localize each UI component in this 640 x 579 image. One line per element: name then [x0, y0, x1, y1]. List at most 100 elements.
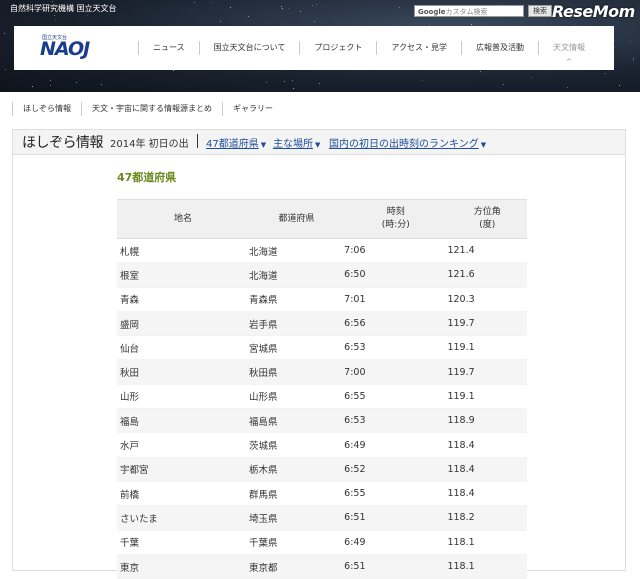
cell-azimuth: 121.4: [447, 238, 527, 264]
table-row: 札幌 北海道 7:06 121.4: [117, 238, 527, 264]
sub-navigation: ほしぞら情報 天文・宇宙に関する情報源まとめ ギャラリー: [12, 100, 283, 118]
cell-prefecture: 秋田県: [248, 359, 345, 385]
cell-time: 6:55: [344, 481, 448, 507]
star-dot: [293, 88, 294, 89]
cell-place: 山形: [117, 384, 249, 410]
section-title: 47都道府県: [117, 171, 177, 184]
table-row: 盛岡 岩手県 6:56 119.7: [117, 311, 527, 337]
watermark-logo: ReseMom: [552, 2, 635, 21]
dropdown-prefectures[interactable]: 47都道府県 ▼: [206, 135, 266, 150]
search-placeholder: カスタム検索: [445, 8, 488, 16]
dropdown-arrow-icon: ▼: [480, 141, 487, 149]
table-row: 秋田 秋田県 7:00 119.7: [117, 359, 527, 385]
cell-azimuth: 119.7: [447, 359, 527, 385]
cell-azimuth: 120.3: [447, 287, 527, 312]
cell-prefecture: 埼玉県: [248, 505, 345, 531]
cell-time: 6:53: [344, 335, 448, 361]
cell-place: 仙台: [117, 335, 249, 361]
sunrise-table: 地名 都道府県 時刻 (時:分) 方位角 (度) 札幌 北海道 7:06 121.4 根室北…: [117, 199, 527, 579]
star-dot: [52, 1, 53, 2]
header-time: 時刻 (時:分): [344, 199, 448, 239]
cell-place: 水戸: [117, 432, 249, 458]
header-prefecture-label: 都道府県: [278, 213, 315, 224]
subnav-item-gallery[interactable]: ギャラリー: [222, 102, 283, 116]
table-row: 前橋 群馬県 6:55 118.4: [117, 481, 527, 507]
star-dot: [54, 15, 55, 16]
cell-prefecture: 千葉県: [248, 530, 345, 555]
cell-time: 6:51: [344, 505, 448, 531]
search-brand: Google: [418, 8, 446, 16]
content-panel: ほしぞら情報 2014年 初日の出 47都道府県 ▼ 主な場所 ▼ 国内の初日の出時…: [12, 129, 626, 579]
cell-azimuth: 121.6: [447, 262, 527, 288]
cell-time: 6:56: [344, 311, 448, 337]
table-row: 福島 福島県 6:53 118.9: [117, 408, 527, 434]
cell-prefecture: 山形県: [248, 384, 345, 410]
star-dot: [76, 82, 77, 83]
cell-azimuth: 118.4: [447, 481, 527, 507]
cell-place: 福島: [117, 408, 249, 434]
star-dot: [5, 69, 6, 70]
main-navbar: 国立天文台 NAOJ ニュース 国立天文台について プロジェクト アクセス・見学…: [14, 26, 614, 70]
table-row: 宇都宮 栃木県 6:52 118.4: [117, 457, 527, 482]
star-dot: [300, 11, 301, 12]
dropdown-main-places[interactable]: 主な場所 ▼: [273, 135, 320, 150]
naoj-logo[interactable]: 国立天文台 NAOJ: [40, 35, 90, 60]
cell-azimuth: 119.1: [447, 335, 527, 361]
header-place: 地名: [117, 199, 249, 239]
cell-time: 6:55: [344, 384, 448, 410]
cell-time: 6:50: [344, 262, 448, 288]
star-dot: [101, 84, 102, 85]
nav-item-projects[interactable]: プロジェクト: [299, 41, 376, 55]
panel-header: ほしぞら情報 2014年 初日の出 47都道府県 ▼ 主な場所 ▼ 国内の初日の出時…: [13, 130, 625, 155]
search-button[interactable]: 検索: [528, 5, 552, 17]
star-dot: [399, 7, 400, 8]
header-azimuth-label: 方位角: [473, 207, 501, 217]
star-dot: [194, 2, 195, 3]
cell-place: 青森: [117, 287, 249, 312]
star-dot: [480, 71, 481, 72]
date-label: 2014年 初日の出: [110, 139, 189, 150]
cell-place: 前橋: [117, 481, 249, 507]
star-dot: [633, 60, 634, 61]
cell-time: 6:49: [344, 432, 448, 458]
cell-azimuth: 118.2: [447, 505, 527, 531]
cell-azimuth: 118.4: [447, 457, 527, 482]
star-dot: [248, 16, 249, 17]
cell-time: 7:00: [344, 359, 448, 385]
cell-azimuth: 118.4: [447, 432, 527, 458]
site-header: 自然科学研究機構 国立天文台 Googleカスタム検索 検索 ReseMom 国…: [0, 0, 640, 92]
table-row: 青森 青森県 7:01 120.3: [117, 287, 527, 312]
star-dot: [4, 33, 5, 34]
table-row: 根室 北海道 6:50 121.6: [117, 262, 527, 288]
nav-item-outreach[interactable]: 広報普及活動: [460, 41, 538, 55]
dropdown-arrow-icon: ▼: [260, 141, 267, 149]
subnav-item-resources[interactable]: 天文・宇宙に関する情報源まとめ: [81, 102, 222, 116]
search-input[interactable]: Googleカスタム検索: [414, 5, 524, 17]
cell-prefecture: 栃木県: [248, 457, 345, 482]
nav-item-about[interactable]: 国立天文台について: [198, 41, 300, 55]
nav-item-astro-info[interactable]: 天文情報 ^: [537, 41, 599, 66]
table-row: 水戸 茨城県 6:49 118.4: [117, 432, 527, 458]
dropdown-ranking[interactable]: 国内の初日の出時刻のランキング ▼: [329, 135, 486, 150]
cell-place: 根室: [117, 262, 249, 288]
nav-menu: ニュース 国立天文台について プロジェクト アクセス・見学 広報普及活動 天文情…: [138, 26, 599, 70]
star-dot: [32, 86, 33, 87]
cell-prefecture: 北海道: [248, 262, 345, 288]
subnav-item-hoshizora[interactable]: ほしぞら情報: [12, 102, 81, 116]
nav-item-access[interactable]: アクセス・見学: [376, 41, 461, 55]
star-dot: [605, 73, 606, 74]
cell-azimuth: 118.9: [447, 408, 527, 434]
cell-place: 千葉: [117, 530, 249, 555]
star-dot: [633, 58, 634, 59]
star-dot: [503, 84, 504, 85]
star-dot: [619, 85, 620, 86]
nav-item-news[interactable]: ニュース: [138, 41, 199, 55]
header-place-label: 地名: [173, 213, 192, 224]
cell-place: 宇都宮: [117, 457, 249, 482]
logo-small-text: 国立天文台: [42, 35, 68, 41]
star-dot: [281, 6, 282, 7]
star-dot: [630, 41, 631, 42]
table-row: 仙台 宮城県 6:53 119.1: [117, 335, 527, 361]
header-azimuth-unit: (度): [479, 220, 496, 230]
cell-prefecture: 福島県: [248, 408, 345, 434]
